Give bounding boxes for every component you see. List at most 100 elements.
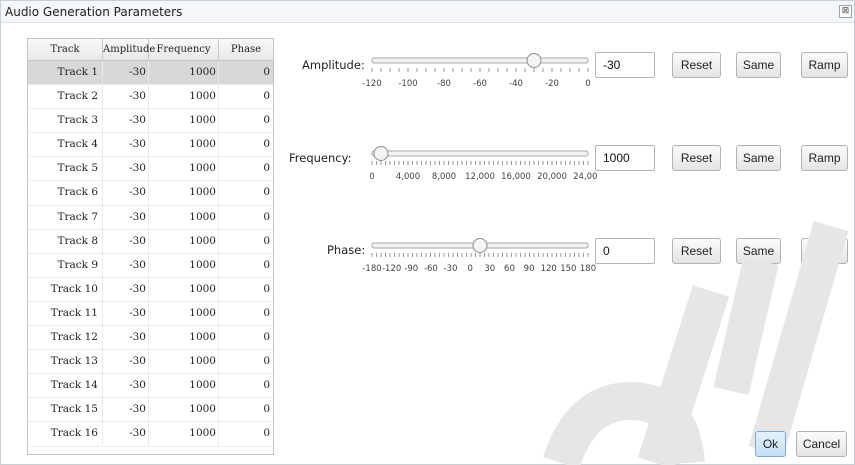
track-cell: Track 1 [28,61,103,85]
amplitude-cell: -30 [103,253,149,277]
amplitude-cell: -30 [103,374,149,398]
table-row[interactable]: Track 10 -30 1000 0 [28,277,273,302]
phase-cell: 0 [263,258,270,271]
phase-cell: 0 [263,114,270,127]
track-cell: Track 8 [28,229,103,253]
phase-field[interactable] [595,238,655,264]
amplitude-cell: -30 [103,398,149,422]
frequency-cell: 1000 [149,398,219,422]
phase-same-button[interactable]: Same [736,238,781,264]
table-row[interactable]: Track 1 -30 1000 0 [28,61,273,86]
phase-cell: 0 [263,138,270,151]
slider-thumb[interactable] [373,146,389,161]
frequency-cell: 1000 [149,374,219,398]
amplitude-slider[interactable]: -120 -100 -80 -60 -40 -20 0 [359,49,597,89]
frequency-same-button[interactable]: Same [736,145,781,171]
slider-tick-label: -120 [362,79,381,89]
phase-slider[interactable]: -180 -120 -90 -60 -30 0 30 60 90 120 150 180 [359,234,597,274]
table-row[interactable]: Track 3 -30 1000 0 [28,109,273,134]
close-icon[interactable]: ⊠ [839,5,852,18]
slider-tick-label: 0 [467,264,472,274]
frequency-ramp-button[interactable]: Ramp [801,145,848,171]
amplitude-cell: -30 [103,422,149,446]
phase-cell: 0 [263,282,270,295]
phase-cell: 0 [263,162,270,175]
phase-reset-button[interactable]: Reset [672,238,721,264]
slider-tick-label: -40 [509,79,523,89]
frequency-field[interactable] [595,145,655,171]
frequency-cell: 1000 [149,350,219,374]
slider-track[interactable] [371,57,589,64]
column-header-phase[interactable]: Phase [219,39,273,60]
amplitude-cell: -30 [103,326,149,350]
table-row[interactable]: Track 13 -30 1000 0 [28,350,273,375]
slider-tick-label: 8,000 [432,172,456,182]
frequency-label: Frequency: [289,151,352,165]
track-cell: Track 2 [28,85,103,109]
table-row[interactable]: Track 9 -30 1000 0 [28,253,273,278]
slider-tick-label: 16,000 [501,172,531,182]
frequency-cell: 1000 [149,157,219,181]
phase-cell: 0 [263,66,270,78]
table-row[interactable]: Track 5 -30 1000 0 [28,157,273,182]
table-row[interactable]: Track 15 -30 1000 0 [28,398,273,423]
frequency-cell: 1000 [149,181,219,205]
frequency-cell: 1000 [149,422,219,446]
track-cell: Track 12 [28,326,103,350]
slider-tick-label: 30 [484,264,495,274]
cancel-button[interactable]: Cancel [796,431,847,457]
amplitude-cell: -30 [103,277,149,301]
column-header-amplitude[interactable]: Amplitude [103,39,155,60]
column-header-frequency[interactable]: Frequency [149,39,219,60]
slider-tick-label: -180 [362,264,381,274]
slider-tick-label: 0 [585,79,590,89]
slider-tick-label: 90 [524,264,535,274]
amplitude-cell: -30 [103,133,149,157]
slider-tick-label: 120 [541,264,557,274]
table-row[interactable]: Track 8 -30 1000 0 [28,229,273,254]
amplitude-ramp-button[interactable]: Ramp [801,52,848,78]
slider-tick-label: 24,000 [573,172,597,182]
phase-cell: 0 [263,234,270,247]
frequency-cell: 1000 [149,277,219,301]
frequency-cell: 1000 [149,85,219,109]
table-row[interactable]: Track 7 -30 1000 0 [28,205,273,230]
phase-cell: 0 [263,186,270,199]
phase-ramp-button[interactable]: Ramp [801,238,848,264]
frequency-cell: 1000 [149,133,219,157]
slider-tick-label: -80 [437,79,451,89]
slider-track[interactable] [371,150,589,157]
track-cell: Track 13 [28,350,103,374]
slider-tick-label: 20,000 [537,172,567,182]
table-row[interactable]: Track 4 -30 1000 0 [28,133,273,158]
table-row[interactable]: Track 6 -30 1000 0 [28,181,273,206]
amplitude-field[interactable] [595,52,655,78]
frequency-cell: 1000 [149,301,219,326]
frequency-slider[interactable]: 0 4,000 8,000 12,000 16,000 20,000 24,000 [359,142,597,182]
phase-cell: 0 [263,331,270,344]
slider-thumb[interactable] [526,53,542,68]
track-cell: Track 6 [28,181,103,205]
track-cell: Track 11 [28,301,103,326]
table-row[interactable]: Track 16 -30 1000 0 [28,422,273,447]
amplitude-reset-button[interactable]: Reset [672,52,721,78]
table-row[interactable]: Track 14 -30 1000 0 [28,374,273,399]
amplitude-cell: -30 [103,205,149,229]
slider-tick-label: -90 [404,264,418,274]
slider-tick-label: 4,000 [396,172,420,182]
frequency-reset-button[interactable]: Reset [672,145,721,171]
phase-cell: 0 [263,403,270,416]
track-cell: Track 14 [28,374,103,398]
ok-button[interactable]: Ok [755,431,786,457]
amplitude-same-button[interactable]: Same [736,52,781,78]
slider-thumb[interactable] [472,238,488,253]
column-header-track[interactable]: Track [28,39,103,60]
frequency-cell: 1000 [149,326,219,350]
frequency-cell: 1000 [149,205,219,229]
table-row[interactable]: Track 11 -30 1000 0 [28,301,273,327]
table-row[interactable]: Track 12 -30 1000 0 [28,326,273,351]
track-cell: Track 4 [28,133,103,157]
table-header: Track Amplitude Frequency Phase [28,39,273,61]
table-row[interactable]: Track 2 -30 1000 0 [28,85,273,110]
slider-tick-label: -30 [444,264,458,274]
